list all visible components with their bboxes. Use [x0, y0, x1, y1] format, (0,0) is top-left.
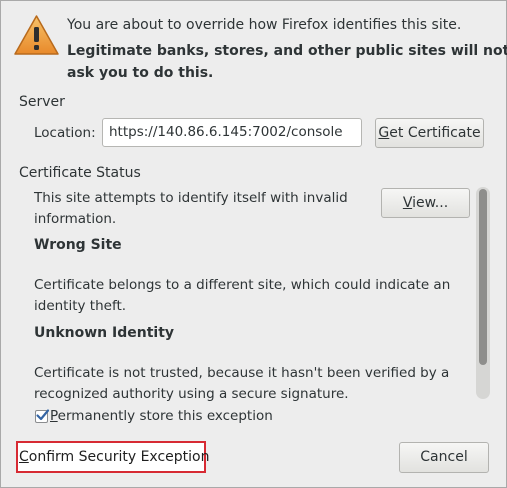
get-certificate-button[interactable]: Get Certificate — [375, 118, 484, 148]
unknown-identity-text-line1: Certificate is not trusted, because it h… — [34, 365, 450, 381]
permanent-store-checkbox[interactable] — [35, 408, 50, 423]
certificate-status-heading: Certificate Status — [19, 165, 141, 181]
checkmark-icon — [36, 408, 50, 420]
legitimate-sites-warning-line1: Legitimate banks, stores, and other publ… — [67, 43, 507, 59]
add-security-exception-dialog: You are about to override how Firefox id… — [0, 0, 507, 488]
confirm-highlight-box: Confirm Security Exception — [16, 441, 209, 473]
override-warning-text: You are about to override how Firefox id… — [67, 17, 462, 33]
wrong-site-heading: Wrong Site — [34, 237, 122, 253]
unknown-identity-heading: Unknown Identity — [34, 325, 175, 341]
server-heading: Server — [19, 94, 65, 110]
permanent-store-label[interactable]: Permanently store this exception — [50, 408, 273, 424]
wrong-site-text-line2: identity theft. — [34, 298, 127, 314]
legitimate-sites-warning-line2: ask you to do this. — [67, 65, 214, 81]
scrollbar-thumb[interactable] — [479, 189, 487, 365]
location-label: Location: — [34, 125, 96, 141]
wrong-site-text-line1: Certificate belongs to a different site,… — [34, 277, 451, 293]
unknown-identity-text-line2: recognized authority using a secure sign… — [34, 386, 349, 402]
location-input[interactable]: https://140.86.6.145:7002/console — [102, 118, 362, 147]
invalid-info-text-line2: information. — [34, 211, 117, 227]
confirm-security-exception-button[interactable]: Confirm Security Exception — [19, 444, 209, 470]
invalid-info-text-line1: This site attempts to identify itself wi… — [34, 190, 348, 206]
permanent-store-row[interactable]: Permanently store this exception — [35, 406, 273, 426]
status-scrollbar[interactable] — [476, 187, 490, 399]
view-certificate-button[interactable]: View... — [381, 188, 470, 218]
warning-icon — [14, 15, 59, 55]
cancel-button[interactable]: Cancel — [399, 442, 489, 473]
